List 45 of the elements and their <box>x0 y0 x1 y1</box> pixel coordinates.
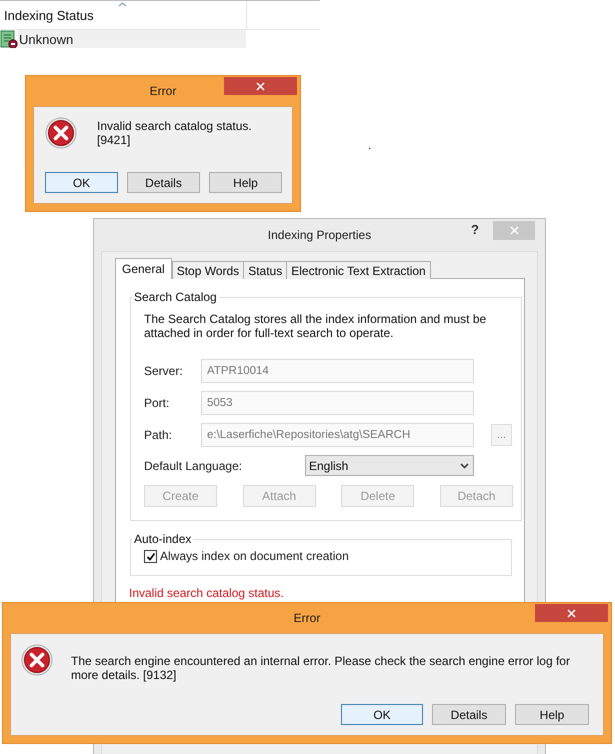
dialog-title: Error <box>294 611 320 625</box>
input-field[interactable]: e:\Laserfiche\Repositories\atg\SEARCH <box>201 423 474 447</box>
input-field[interactable]: ATPR10014 <box>201 359 474 383</box>
tab[interactable]: General <box>115 258 172 279</box>
tab[interactable]: Status <box>243 261 288 279</box>
field-label: Path: <box>144 428 174 442</box>
column-title: Indexing Status <box>4 8 94 22</box>
details-button[interactable]: Details <box>127 172 200 193</box>
checkbox[interactable] <box>144 550 157 562</box>
description-text: The Search Catalog stores all the index information and must be attached in order for full-text search to operate. <box>144 312 488 340</box>
column-header[interactable]: Indexing Status <box>0 1 247 29</box>
close-icon <box>256 82 265 90</box>
close-button[interactable] <box>224 77 297 95</box>
group-label: Auto-index <box>133 532 192 546</box>
details-button[interactable]: Details <box>432 704 506 725</box>
document-status-icon <box>0 30 18 48</box>
ok-button[interactable]: OK <box>341 704 423 725</box>
help-button[interactable]: Help <box>209 172 282 193</box>
help-button[interactable]: Help <box>515 704 589 725</box>
group-label: Search Catalog <box>133 290 218 304</box>
error-message: The search engine encountered an internal error. Please check the search engine error log for more details. [9132] <box>71 654 571 682</box>
error-icon <box>45 117 77 149</box>
field-label: Port: <box>144 396 170 410</box>
dialog-title: Indexing Properties <box>268 228 372 242</box>
tab[interactable]: Stop Words <box>172 261 244 279</box>
close-button[interactable] <box>493 221 535 240</box>
close-button[interactable] <box>535 604 608 622</box>
field-label: Server: <box>144 364 184 378</box>
stray-mark: . <box>368 138 372 152</box>
status-cell[interactable]: Unknown <box>18 30 246 48</box>
language-dropdown[interactable]: English <box>305 455 474 476</box>
ok-button[interactable]: OK <box>45 172 118 193</box>
checkbox-label: Always index on document creation <box>160 549 349 563</box>
close-icon <box>510 226 518 235</box>
status-message: Invalid search catalog status. <box>129 586 285 600</box>
help-button[interactable]: ? <box>471 222 479 237</box>
tab[interactable]: Electronic Text Extraction <box>286 261 431 279</box>
error-message: Invalid search catalog status. [9421] <box>97 119 253 147</box>
error-icon <box>21 644 53 676</box>
field-label: Default Language: <box>144 458 244 472</box>
dialog-title: Error <box>150 84 176 98</box>
input-field[interactable]: 5053 <box>201 391 474 415</box>
close-icon <box>567 608 576 618</box>
check-icon <box>146 552 156 560</box>
chevron-icon <box>460 462 469 468</box>
